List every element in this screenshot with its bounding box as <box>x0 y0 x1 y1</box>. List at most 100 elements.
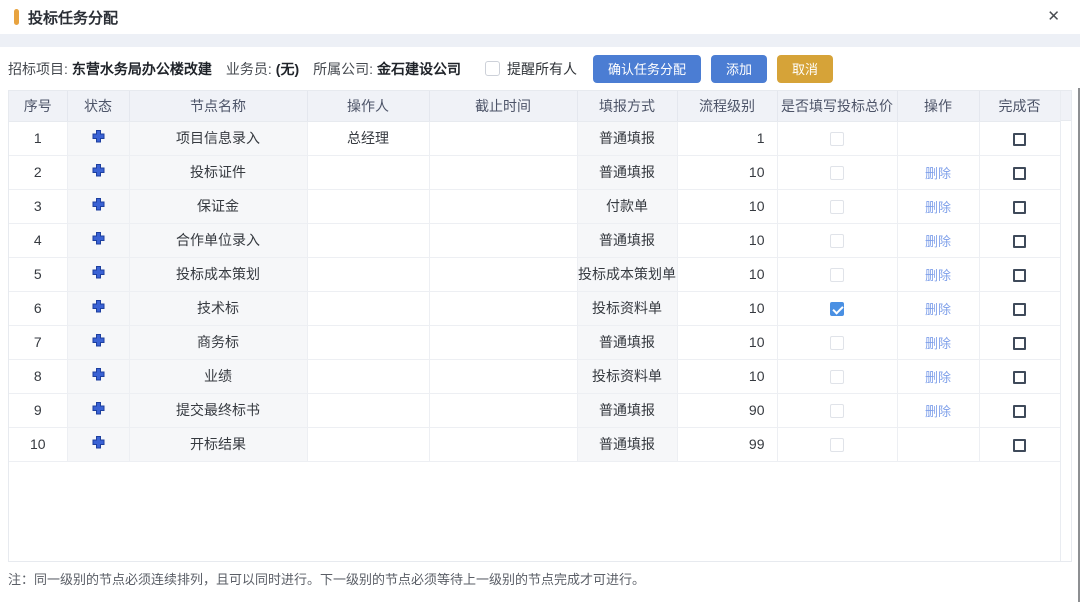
delete-link[interactable]: 删除 <box>925 166 951 181</box>
done-checkbox[interactable] <box>1013 133 1026 146</box>
delete-link[interactable]: 删除 <box>925 370 951 385</box>
delete-link[interactable]: 删除 <box>925 336 951 351</box>
cell-deadline <box>429 189 577 223</box>
cell-action: 删除 <box>897 257 979 291</box>
fill-total-price-checkbox[interactable] <box>830 268 844 282</box>
cell-status <box>67 291 129 325</box>
cell-done <box>979 155 1060 189</box>
bid-project-value: 东营水务局办公楼改建 <box>72 59 212 79</box>
cell-operator <box>307 325 429 359</box>
cell-status <box>67 427 129 461</box>
cell-process-level: 10 <box>677 223 777 257</box>
table-row: 10开标结果普通填报99 <box>9 427 1060 461</box>
cell-seq: 5 <box>9 257 67 291</box>
plus-icon[interactable] <box>91 333 106 348</box>
plus-icon[interactable] <box>91 197 106 212</box>
done-checkbox[interactable] <box>1013 303 1026 316</box>
done-checkbox[interactable] <box>1013 167 1026 180</box>
plus-icon[interactable] <box>91 231 106 246</box>
cell-action: 删除 <box>897 325 979 359</box>
cell-operator <box>307 393 429 427</box>
remind-everyone-control[interactable]: 提醒所有人 <box>485 59 577 79</box>
table-row: 7商务标普通填报10删除 <box>9 325 1060 359</box>
plus-icon[interactable] <box>91 299 106 314</box>
cell-seq: 9 <box>9 393 67 427</box>
bid-project-label: 招标项目: <box>8 59 68 79</box>
cell-node-name: 项目信息录入 <box>129 121 307 155</box>
column-header-status: 状态 <box>67 91 129 121</box>
cell-node-name: 商务标 <box>129 325 307 359</box>
cell-fill-total-price <box>777 223 897 257</box>
cell-process-level: 1 <box>677 121 777 155</box>
cell-status <box>67 121 129 155</box>
table-row: 3保证金付款单10删除 <box>9 189 1060 223</box>
task-table-container: 序号状态节点名称操作人截止时间填报方式流程级别是否填写投标总价操作完成否 1 项目… <box>8 90 1072 562</box>
toolbar: 招标项目: 东营水务局办公楼改建 业务员: (无) 所属公司: 金石建设公司 提… <box>0 47 1080 90</box>
table-row: 8业绩投标资料单10删除 <box>9 359 1060 393</box>
cell-action: 删除 <box>897 223 979 257</box>
table-header-row: 序号状态节点名称操作人截止时间填报方式流程级别是否填写投标总价操作完成否 <box>9 91 1060 121</box>
done-checkbox[interactable] <box>1013 405 1026 418</box>
cell-deadline <box>429 291 577 325</box>
done-checkbox[interactable] <box>1013 371 1026 384</box>
cell-deadline <box>429 257 577 291</box>
fill-total-price-checkbox[interactable] <box>830 200 844 214</box>
fill-total-price-checkbox[interactable] <box>830 404 844 418</box>
delete-link[interactable]: 删除 <box>925 404 951 419</box>
fill-total-price-checkbox[interactable] <box>830 132 844 146</box>
delete-link[interactable]: 删除 <box>925 200 951 215</box>
cell-status <box>67 325 129 359</box>
table-row: 6技术标投标资料单10删除 <box>9 291 1060 325</box>
done-checkbox[interactable] <box>1013 235 1026 248</box>
cell-action <box>897 121 979 155</box>
done-checkbox[interactable] <box>1013 337 1026 350</box>
cell-process-level: 10 <box>677 155 777 189</box>
add-button[interactable]: 添加 <box>711 55 767 83</box>
delete-link[interactable]: 删除 <box>925 234 951 249</box>
cell-node-name: 投标成本策划 <box>129 257 307 291</box>
done-checkbox[interactable] <box>1013 201 1026 214</box>
plus-icon[interactable] <box>91 129 106 144</box>
plus-icon[interactable] <box>91 163 106 178</box>
plus-icon[interactable] <box>91 367 106 382</box>
cancel-button[interactable]: 取消 <box>777 55 833 83</box>
delete-link[interactable]: 删除 <box>925 302 951 317</box>
close-icon[interactable]: ✕ <box>1047 8 1060 26</box>
titlebar-divider <box>0 34 1080 47</box>
confirm-task-assign-button[interactable]: 确认任务分配 <box>593 55 701 83</box>
cell-done <box>979 359 1060 393</box>
plus-icon[interactable] <box>91 265 106 280</box>
cell-node-name: 保证金 <box>129 189 307 223</box>
table-scrollbar-gutter-header <box>1061 91 1071 121</box>
done-checkbox[interactable] <box>1013 439 1026 452</box>
cell-fill-method: 普通填报 <box>577 325 677 359</box>
cell-done <box>979 393 1060 427</box>
fill-total-price-checkbox[interactable] <box>830 166 844 180</box>
cell-operator <box>307 359 429 393</box>
cell-fill-method: 普通填报 <box>577 223 677 257</box>
column-header-seq: 序号 <box>9 91 67 121</box>
column-header-fill-method: 填报方式 <box>577 91 677 121</box>
done-checkbox[interactable] <box>1013 269 1026 282</box>
cell-operator <box>307 155 429 189</box>
plus-icon[interactable] <box>91 435 106 450</box>
fill-total-price-checkbox[interactable] <box>830 234 844 248</box>
plus-icon[interactable] <box>91 401 106 416</box>
remind-everyone-checkbox[interactable] <box>485 61 500 76</box>
company-label: 所属公司: <box>313 59 373 79</box>
delete-link[interactable]: 删除 <box>925 268 951 283</box>
cell-deadline <box>429 427 577 461</box>
fill-total-price-checkbox[interactable] <box>830 370 844 384</box>
fill-total-price-checkbox[interactable] <box>830 438 844 452</box>
company-value: 金石建设公司 <box>377 59 461 79</box>
cell-fill-method: 普通填报 <box>577 121 677 155</box>
table-scrollbar-gutter[interactable] <box>1060 91 1071 561</box>
cell-status <box>67 359 129 393</box>
cell-process-level: 10 <box>677 257 777 291</box>
cell-fill-total-price <box>777 291 897 325</box>
task-table: 序号状态节点名称操作人截止时间填报方式流程级别是否填写投标总价操作完成否 1 项目… <box>9 91 1061 462</box>
dialog-titlebar: 投标任务分配 ✕ <box>0 0 1080 34</box>
cell-node-name: 投标证件 <box>129 155 307 189</box>
fill-total-price-checkbox[interactable] <box>830 302 844 316</box>
fill-total-price-checkbox[interactable] <box>830 336 844 350</box>
